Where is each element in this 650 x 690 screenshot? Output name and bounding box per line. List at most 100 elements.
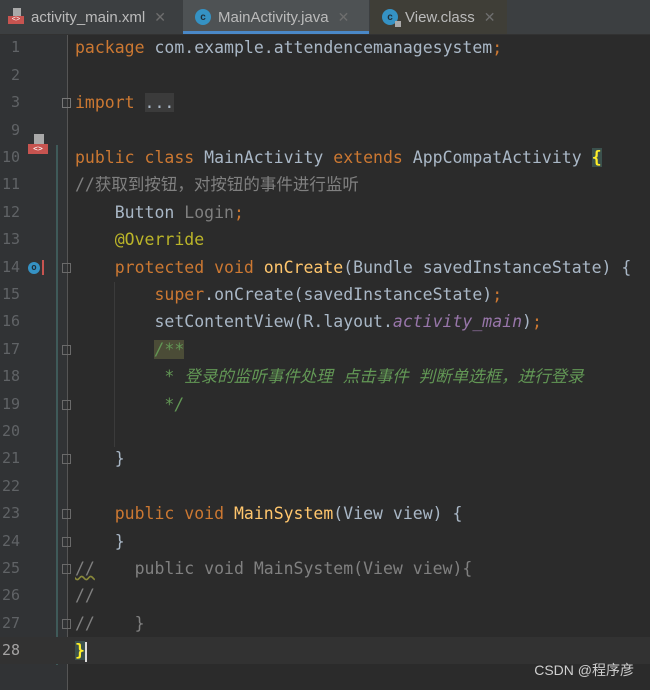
code-line[interactable]: 12 Button Login;: [0, 199, 650, 226]
code-text: import ...: [75, 89, 175, 116]
line-number: 24: [1, 531, 20, 550]
code-token: Login: [184, 202, 234, 222]
code-token: import: [75, 93, 145, 113]
fold-expand-icon[interactable]: [62, 98, 71, 109]
line-number: 21: [1, 449, 20, 468]
code-line[interactable]: 24 }: [0, 528, 650, 555]
code-token: * 登录的监听事件处理 点击事件 判断单选框，进行登录: [75, 367, 584, 387]
code-line[interactable]: 18 * 登录的监听事件处理 点击事件 判断单选框，进行登录: [0, 363, 650, 390]
fold-collapse-icon[interactable]: [62, 509, 71, 520]
code-token: .onCreate(savedInstanceState): [204, 284, 493, 304]
code-token: Button: [75, 202, 185, 222]
close-tab-icon[interactable]: ✕: [338, 9, 350, 26]
line-number: 27: [1, 613, 20, 632]
code-text: public void MainSystem(View view) {: [75, 500, 463, 527]
code-text: * 登录的监听事件处理 点击事件 判断单选框，进行登录: [75, 363, 584, 390]
line-number: 22: [1, 476, 20, 495]
code-line[interactable]: 10 public class MainActivity extends AppC…: [0, 133, 650, 171]
close-tab-icon[interactable]: ✕: [484, 9, 496, 26]
code-token: (View view) {: [333, 504, 463, 524]
code-token: ;: [492, 284, 503, 304]
line-number: 18: [1, 367, 20, 386]
line-number: 25: [1, 558, 20, 577]
code-text: */: [75, 391, 184, 418]
xml-layout-icon[interactable]: <>: [28, 133, 48, 156]
code-token: ...: [144, 93, 175, 113]
line-number: 11: [1, 175, 20, 194]
tab-activity-main-xml[interactable]: <> activity_main.xml ✕: [0, 0, 182, 34]
code-line[interactable]: 16 setContentView(R.layout.activity_main…: [0, 308, 650, 335]
code-line[interactable]: 15 super.onCreate(savedInstanceState);: [0, 281, 650, 308]
line-number: 1: [10, 38, 20, 57]
code-line[interactable]: 3 import ...: [0, 89, 650, 116]
code-token: ;: [492, 38, 503, 58]
close-tab-icon[interactable]: ✕: [154, 9, 166, 26]
code-token: //: [75, 558, 95, 578]
code-token: //获取到按钮，对按钮的事件进行监听: [75, 175, 359, 195]
code-line[interactable]: 2: [0, 62, 650, 89]
code-token: /**: [154, 339, 185, 359]
line-number: 20: [1, 421, 20, 440]
code-text: package com.example.attendencemanagesyst…: [75, 34, 502, 61]
code-token: ;: [531, 312, 542, 332]
code-text: /**: [75, 336, 185, 363]
tab-label: View.class: [405, 8, 475, 26]
tab-view-class[interactable]: c View.class ✕: [370, 0, 507, 34]
line-number: 12: [1, 202, 20, 221]
code-text: }: [75, 528, 125, 555]
code-text: super.onCreate(savedInstanceState);: [75, 281, 502, 308]
tab-mainactivity-java[interactable]: c MainActivity.java ✕: [183, 0, 369, 34]
code-text: // public void MainSystem(View view){: [75, 555, 472, 582]
fold-end-icon[interactable]: [62, 618, 71, 629]
xml-layout-icon: <>: [8, 8, 24, 26]
code-line[interactable]: 9: [0, 117, 650, 144]
code-line[interactable]: 23 public void MainSystem(View view) {: [0, 500, 650, 527]
line-number: 15: [1, 284, 20, 303]
fold-end-icon[interactable]: [62, 399, 71, 410]
code-token: public void MainSystem(View view){: [94, 558, 473, 578]
line-number: 3: [10, 93, 20, 112]
code-token: public void: [75, 504, 234, 524]
code-line[interactable]: 13 @Override: [0, 226, 650, 253]
code-token: }: [75, 531, 125, 551]
tab-label: activity_main.xml: [31, 8, 146, 26]
locked-class-icon: c: [382, 9, 401, 27]
fold-collapse-icon[interactable]: [62, 344, 71, 355]
override-method-icon[interactable]: o: [28, 259, 48, 276]
code-token: //: [75, 586, 95, 606]
code-token: package: [75, 38, 155, 58]
line-number: 2: [10, 65, 20, 84]
fold-collapse-icon[interactable]: [62, 262, 71, 273]
code-line[interactable]: 21 }: [0, 445, 650, 472]
code-token: */: [75, 394, 185, 414]
line-number: 26: [1, 586, 20, 605]
code-token: com.example.attendencemanagesystem: [154, 38, 493, 58]
code-line[interactable]: 1 package com.example.attendencemanagesys…: [0, 34, 650, 61]
code-line[interactable]: 17 /**: [0, 336, 650, 363]
code-token: @Override: [75, 230, 205, 250]
code-text: }: [75, 445, 125, 472]
line-number: 23: [1, 504, 20, 523]
code-line[interactable]: 20: [0, 418, 650, 445]
code-token: super: [75, 284, 205, 304]
watermark: CSDN @程序彦: [534, 662, 634, 678]
fold-end-icon[interactable]: [62, 536, 71, 547]
fold-collapse-icon[interactable]: [62, 563, 71, 574]
fold-end-icon[interactable]: [62, 454, 71, 465]
line-number: 9: [10, 120, 20, 139]
code-line[interactable]: 27 // }: [0, 610, 650, 637]
code-line[interactable]: 22: [0, 473, 650, 500]
code-line[interactable]: 14 protected void onCreate(Bundle savedI…: [0, 254, 650, 281]
code-token: protected void: [75, 257, 264, 277]
code-line[interactable]: 26 //: [0, 582, 650, 609]
code-line[interactable]: 19 */: [0, 391, 650, 418]
code-token: ;: [233, 202, 244, 222]
code-line[interactable]: 25 // public void MainSystem(View view){: [0, 555, 650, 582]
tab-label: MainActivity.java: [218, 8, 329, 26]
code-text: protected void onCreate(Bundle savedInst…: [75, 254, 632, 281]
text-cursor: [84, 641, 87, 662]
code-line[interactable]: 11 //获取到按钮，对按钮的事件进行监听: [0, 171, 650, 198]
code-token: {: [591, 147, 602, 167]
editor-tab-bar: <> activity_main.xml ✕ c MainActivity.ja…: [0, 0, 650, 35]
